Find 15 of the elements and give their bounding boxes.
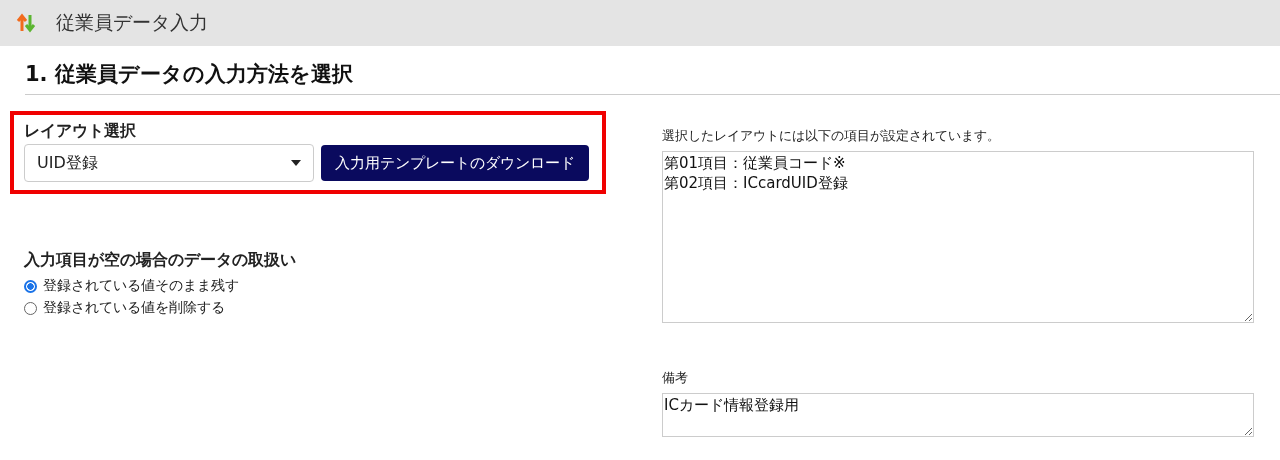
radio-button[interactable]: [24, 279, 37, 293]
section-heading: 1. 従業員データの入力方法を選択: [25, 60, 1280, 95]
sort-arrows-icon: [16, 13, 36, 33]
group-label: 入力項目が空の場合のデータの取扱い: [24, 250, 297, 271]
radio-option[interactable]: 登録されている値そのまま残す: [24, 275, 606, 297]
remarks-textarea[interactable]: ICカード情報登録用: [662, 393, 1254, 437]
radio-option[interactable]: 登録されている値を削除する: [24, 297, 606, 319]
layout-dropdown[interactable]: UID登録: [24, 144, 314, 182]
window-title: 従業員データ入力: [56, 10, 208, 35]
field-label: 選択したレイアウトには以下の項目が設定されています。: [662, 127, 1001, 145]
field-label: レイアウト選択: [24, 121, 137, 142]
download-button[interactable]: 入力用テンプレートのダウンロード: [321, 145, 589, 181]
field-label: 備考: [662, 369, 689, 387]
layout-items-textarea[interactable]: 第01項目：従業員コード※ 第02項目：ICcardUID登録: [662, 151, 1254, 323]
caret-icon: [291, 160, 301, 166]
